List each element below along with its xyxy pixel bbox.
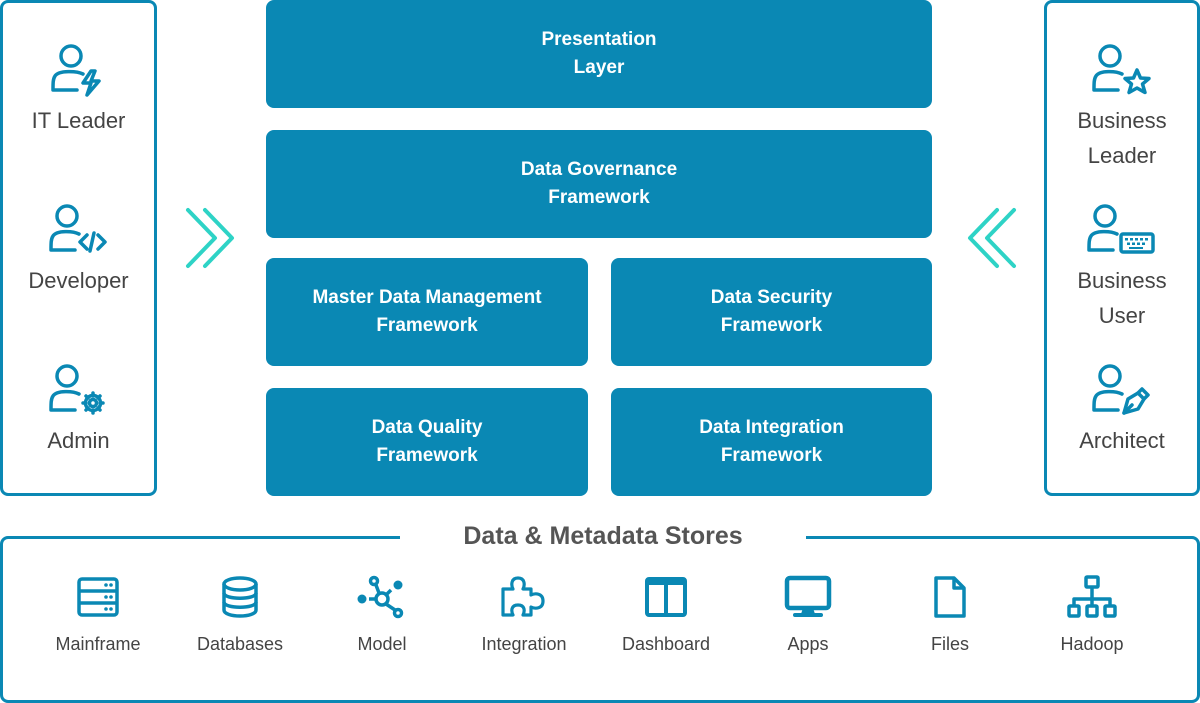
persona-label: Business Leader (1077, 108, 1167, 168)
store-files: Files (875, 575, 1025, 655)
server-icon (77, 577, 119, 617)
store-label: Databases (196, 634, 284, 654)
persona-admin: Admin (3, 363, 154, 458)
master-data-management-block: Master Data Management Framework (266, 258, 588, 366)
store-label: Files (930, 634, 969, 654)
right-persona-panel: Business Leader Business User Architect (1044, 0, 1200, 496)
database-icon (222, 576, 258, 618)
user-star-icon (1092, 44, 1151, 95)
persona-label: Business User (1077, 268, 1167, 328)
puzzle-icon (501, 576, 545, 617)
hierarchy-icon (1067, 575, 1117, 618)
block-label: Data Security Framework (710, 287, 833, 336)
block-label: Master Data Management Framework (312, 287, 542, 336)
persona-business-leader: Business Leader (1047, 43, 1197, 173)
user-code-icon (48, 204, 107, 253)
store-label: Integration (481, 634, 567, 654)
network-node-icon (357, 575, 404, 619)
store-label: Mainframe (55, 634, 141, 654)
persona-label: Architect (1079, 428, 1165, 453)
block-label: Presentation Layer (541, 29, 657, 78)
persona-label: IT Leader (31, 108, 126, 133)
persona-architect: Architect (1047, 363, 1197, 458)
store-model: Model (307, 575, 457, 655)
store-integration: Integration (449, 575, 599, 655)
persona-label: Developer (28, 268, 129, 293)
store-label: Dashboard (621, 634, 711, 654)
file-icon (934, 576, 966, 618)
data-security-block: Data Security Framework (611, 258, 932, 366)
persona-developer: Developer (3, 203, 154, 298)
user-gear-icon (48, 364, 105, 415)
data-integration-block: Data Integration Framework (611, 388, 932, 496)
user-bolt-icon (50, 44, 101, 97)
persona-label: Admin (47, 428, 110, 453)
columns-icon (645, 577, 687, 617)
store-label: Hadoop (1060, 634, 1124, 654)
block-label: Data Integration Framework (699, 417, 844, 466)
store-dashboard: Dashboard (591, 575, 741, 655)
user-pen-icon (1092, 364, 1150, 415)
persona-it-leader: IT Leader (3, 43, 154, 138)
store-databases: Databases (165, 575, 315, 655)
data-quality-block: Data Quality Framework (266, 388, 588, 496)
persona-business-user: Business User (1047, 203, 1197, 333)
user-keyboard-icon (1087, 204, 1155, 254)
store-apps: Apps (733, 575, 883, 655)
store-label: Model (357, 634, 407, 654)
presentation-layer-block: Presentation Layer (266, 0, 932, 108)
data-governance-block: Data Governance Framework (266, 130, 932, 238)
double-chevron-left-icon (968, 208, 1016, 268)
left-persona-panel: IT Leader Developer Admin (0, 0, 157, 496)
monitor-icon (784, 575, 832, 617)
store-label: Apps (787, 634, 829, 654)
store-mainframe: Mainframe (23, 575, 173, 655)
block-label: Data Governance Framework (520, 159, 678, 208)
store-hadoop: Hadoop (1017, 575, 1167, 655)
data-stores-title: Data & Metadata Stores (400, 518, 806, 554)
double-chevron-right-icon (186, 208, 234, 268)
block-label: Data Quality Framework (371, 417, 483, 466)
